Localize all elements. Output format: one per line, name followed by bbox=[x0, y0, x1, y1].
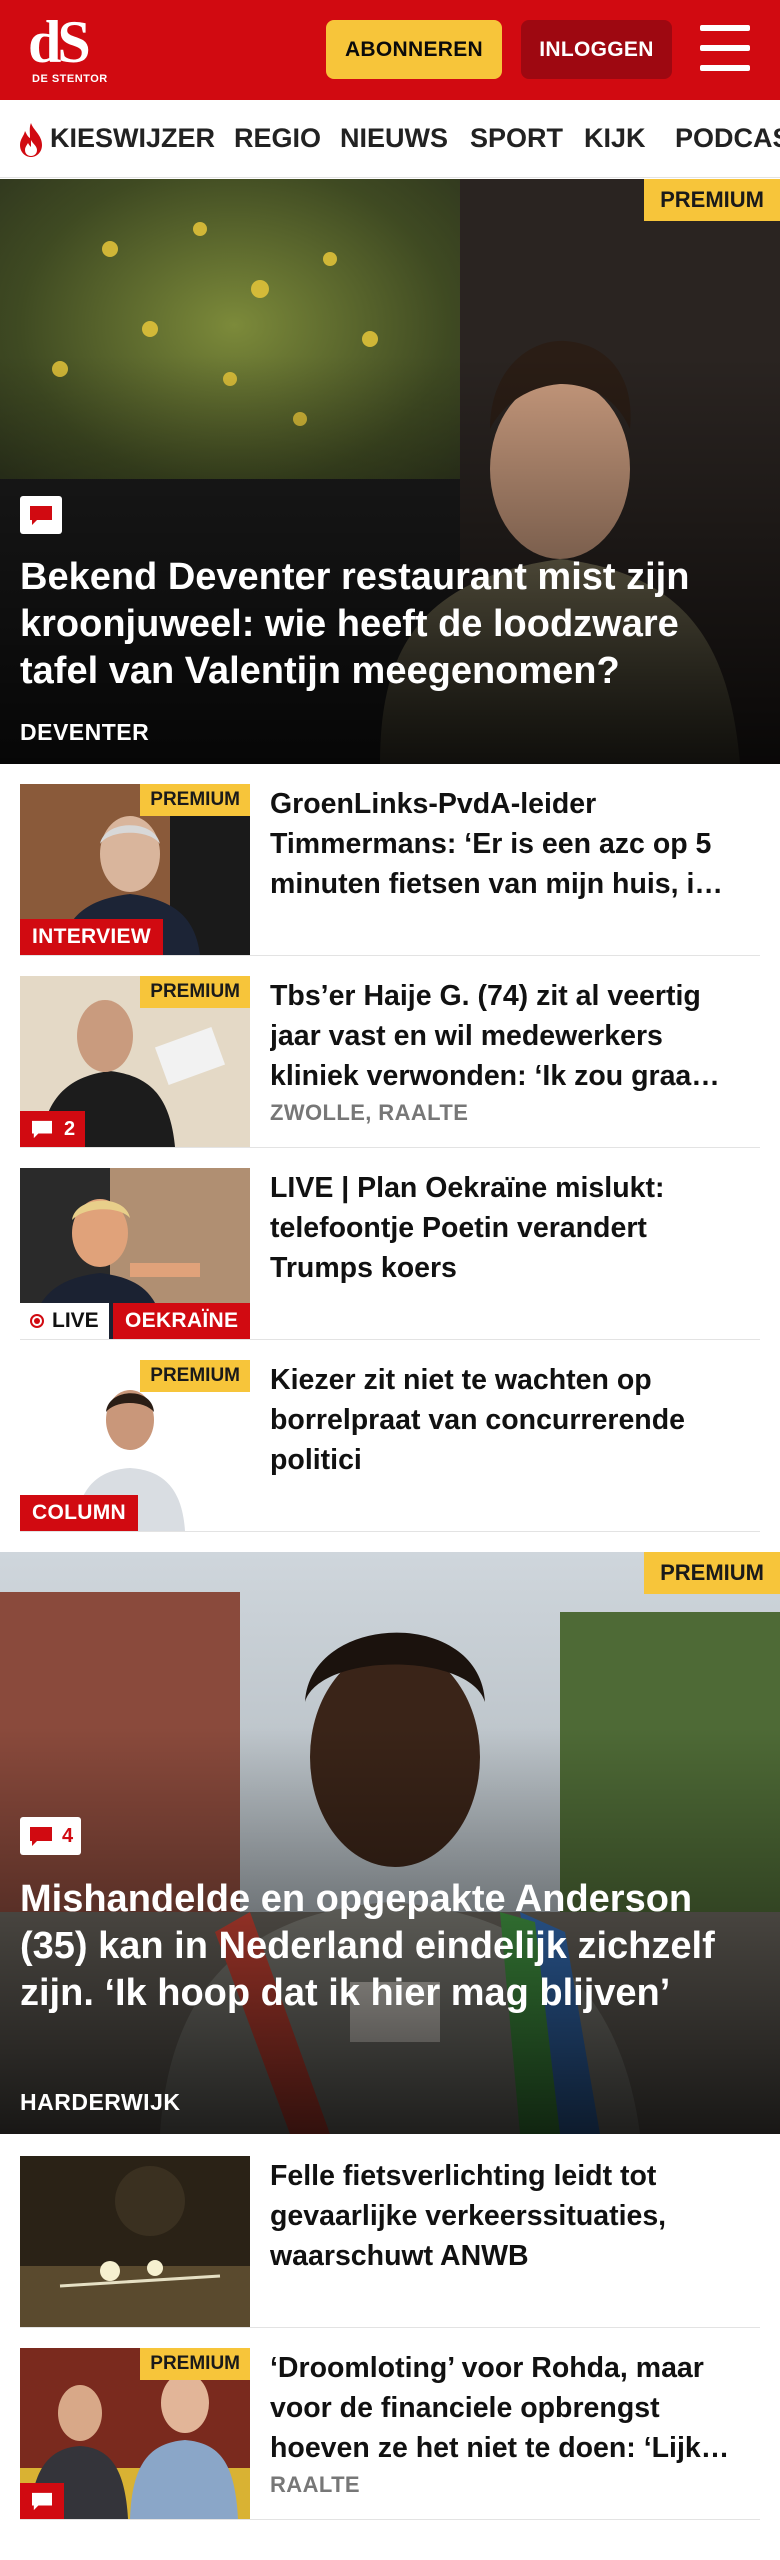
article-title[interactable]: GroenLinks-PvdA-leider Timmermans: ‘Er i… bbox=[270, 784, 750, 904]
hero-article-anderson[interactable]: PREMIUM 4 Mishandelde en opgepakte Ander… bbox=[0, 1552, 780, 2134]
comment-icon bbox=[32, 2492, 52, 2511]
category-label: OEKRAÏNE bbox=[113, 1303, 250, 1339]
comment-count: 4 bbox=[62, 1824, 74, 1847]
article-location: ZWOLLE, RAALTE bbox=[270, 1100, 469, 1125]
nav-item-kijk[interactable]: KIJK bbox=[584, 122, 646, 154]
hamburger-icon[interactable] bbox=[700, 25, 750, 71]
site-logo[interactable]: dS DE STENTOR bbox=[28, 12, 112, 90]
nav-item-kieswijzer[interactable]: KIESWIJZER bbox=[50, 122, 215, 154]
article-thumbnail bbox=[20, 2156, 250, 2327]
live-dot-icon bbox=[30, 1314, 44, 1328]
premium-badge: PREMIUM bbox=[140, 2348, 250, 2380]
comment-badge bbox=[20, 496, 62, 534]
article-location: RAALTE bbox=[270, 2472, 360, 2497]
article-row[interactable]: PREMIUM 2 Tbs’er Haije G. (74) zit al ve… bbox=[20, 976, 760, 1148]
hero-title[interactable]: Bekend Deventer restaurant mist zijn kro… bbox=[20, 554, 760, 695]
comment-badge: 2 bbox=[20, 1111, 86, 1147]
article-title[interactable]: Tbs’er Haije G. (74) zit al veertig jaar… bbox=[270, 976, 750, 1096]
comment-icon bbox=[32, 1120, 52, 1139]
article-title[interactable]: ‘Droomloting’ voor Rohda, maar voor de f… bbox=[270, 2348, 750, 2468]
comment-icon bbox=[30, 506, 52, 525]
nav-item-nieuws[interactable]: NIEUWS bbox=[340, 122, 448, 154]
subscribe-button[interactable]: ABONNEREN bbox=[326, 20, 502, 79]
hero-title[interactable]: Mishandelde en opgepakte Anderson (35) k… bbox=[20, 1876, 760, 2017]
article-row[interactable]: PREMIUM COLUMN Kiezer zit niet te wachte… bbox=[20, 1360, 760, 1532]
hero-section-label: HARDERWIJK bbox=[20, 2089, 181, 2115]
category-label: INTERVIEW bbox=[20, 919, 163, 955]
hero-section-label: DEVENTER bbox=[20, 719, 150, 745]
comment-badge bbox=[20, 2483, 64, 2519]
premium-badge: PREMIUM bbox=[140, 784, 250, 816]
article-row[interactable]: LIVE OEKRAÏNE LIVE | Plan Oekraïne mislu… bbox=[20, 1168, 760, 1340]
article-thumbnail: PREMIUM bbox=[20, 2348, 250, 2519]
category-label: COLUMN bbox=[20, 1495, 138, 1531]
premium-badge: PREMIUM bbox=[140, 1360, 250, 1392]
live-label: LIVE bbox=[52, 1309, 99, 1332]
article-thumbnail: PREMIUM COLUMN bbox=[20, 1360, 250, 1531]
flame-icon bbox=[20, 123, 42, 157]
login-button[interactable]: INLOGGEN bbox=[521, 20, 672, 79]
premium-badge: PREMIUM bbox=[644, 1552, 780, 1594]
logo-name: DE STENTOR bbox=[32, 73, 108, 85]
article-thumbnail: PREMIUM 2 bbox=[20, 976, 250, 1147]
article-row[interactable]: PREMIUM ‘Droomloting’ voor Rohda, maar v… bbox=[20, 2348, 760, 2520]
article-thumbnail: PREMIUM INTERVIEW bbox=[20, 784, 250, 955]
thumbnail-image bbox=[20, 2156, 250, 2327]
premium-badge: PREMIUM bbox=[140, 976, 250, 1008]
nav-item-regio[interactable]: REGIO bbox=[234, 122, 321, 154]
comment-badge: 4 bbox=[20, 1817, 82, 1855]
article-title[interactable]: Kiezer zit niet te wachten op borrelpraa… bbox=[270, 1360, 750, 1480]
logo-mark: dS bbox=[28, 9, 91, 75]
live-badge: LIVE bbox=[20, 1303, 109, 1339]
article-title[interactable]: Felle fietsverlichting leidt tot gevaarl… bbox=[270, 2156, 750, 2276]
comment-icon bbox=[30, 1827, 52, 1846]
top-header: dS DE STENTOR ABONNEREN INLOGGEN bbox=[0, 0, 780, 100]
article-row[interactable]: PREMIUM INTERVIEW GroenLinks-PvdA-leider… bbox=[20, 784, 760, 956]
article-thumbnail: LIVE OEKRAÏNE bbox=[20, 1168, 250, 1339]
article-title[interactable]: LIVE | Plan Oekraïne mislukt: telefoontj… bbox=[270, 1168, 750, 1288]
nav-item-sport[interactable]: SPORT bbox=[470, 122, 563, 154]
main-nav: KIESWIJZER REGIO NIEUWS SPORT KIJK PODCA… bbox=[0, 100, 780, 178]
nav-item-podcast[interactable]: PODCAST bbox=[675, 122, 780, 154]
premium-badge: PREMIUM bbox=[644, 179, 780, 221]
hero-article-restaurant[interactable]: PREMIUM Bekend Deventer restaurant mist … bbox=[0, 179, 780, 764]
comment-count: 2 bbox=[64, 1117, 76, 1140]
article-row[interactable]: Felle fietsverlichting leidt tot gevaarl… bbox=[20, 2156, 760, 2328]
